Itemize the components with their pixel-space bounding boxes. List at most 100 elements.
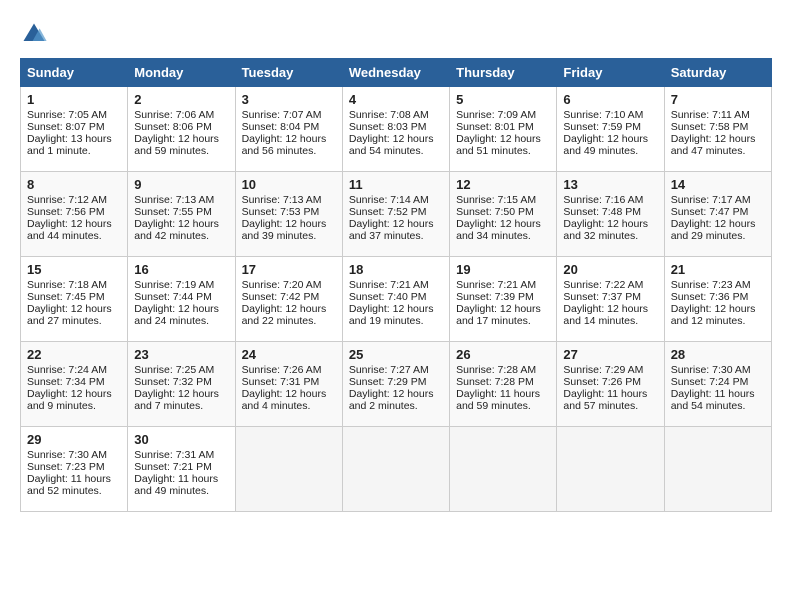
col-header-thursday: Thursday bbox=[450, 59, 557, 87]
day-number: 9 bbox=[134, 177, 228, 192]
day-number: 26 bbox=[456, 347, 550, 362]
day-info-line: Sunset: 7:55 PM bbox=[134, 206, 228, 218]
day-info-line: Daylight: 12 hours bbox=[456, 218, 550, 230]
day-info-line: Sunset: 7:34 PM bbox=[27, 376, 121, 388]
day-number: 12 bbox=[456, 177, 550, 192]
calendar-cell: 16Sunrise: 7:19 AMSunset: 7:44 PMDayligh… bbox=[128, 257, 235, 342]
calendar-cell bbox=[557, 427, 664, 512]
day-info-line: Daylight: 12 hours bbox=[242, 218, 336, 230]
day-info-line: Sunrise: 7:21 AM bbox=[456, 279, 550, 291]
day-info-line: and 54 minutes. bbox=[671, 400, 765, 412]
day-info-line: Daylight: 12 hours bbox=[456, 303, 550, 315]
day-number: 15 bbox=[27, 262, 121, 277]
day-info-line: Sunrise: 7:18 AM bbox=[27, 279, 121, 291]
day-number: 20 bbox=[563, 262, 657, 277]
day-info-line: Sunset: 7:56 PM bbox=[27, 206, 121, 218]
calendar-cell: 3Sunrise: 7:07 AMSunset: 8:04 PMDaylight… bbox=[235, 87, 342, 172]
day-info-line: and 37 minutes. bbox=[349, 230, 443, 242]
week-row-5: 29Sunrise: 7:30 AMSunset: 7:23 PMDayligh… bbox=[21, 427, 772, 512]
day-info-line: Sunrise: 7:13 AM bbox=[134, 194, 228, 206]
day-info-line: Daylight: 12 hours bbox=[242, 133, 336, 145]
week-row-1: 1Sunrise: 7:05 AMSunset: 8:07 PMDaylight… bbox=[21, 87, 772, 172]
day-info-line: Sunrise: 7:29 AM bbox=[563, 364, 657, 376]
day-info-line: Daylight: 12 hours bbox=[27, 388, 121, 400]
day-info-line: Sunrise: 7:24 AM bbox=[27, 364, 121, 376]
day-info-line: Sunset: 7:21 PM bbox=[134, 461, 228, 473]
day-info-line: and 24 minutes. bbox=[134, 315, 228, 327]
day-number: 17 bbox=[242, 262, 336, 277]
day-info-line: Daylight: 12 hours bbox=[456, 133, 550, 145]
calendar-cell bbox=[235, 427, 342, 512]
day-info-line: Sunrise: 7:30 AM bbox=[27, 449, 121, 461]
col-header-saturday: Saturday bbox=[664, 59, 771, 87]
calendar-cell: 12Sunrise: 7:15 AMSunset: 7:50 PMDayligh… bbox=[450, 172, 557, 257]
calendar-cell: 30Sunrise: 7:31 AMSunset: 7:21 PMDayligh… bbox=[128, 427, 235, 512]
week-row-4: 22Sunrise: 7:24 AMSunset: 7:34 PMDayligh… bbox=[21, 342, 772, 427]
day-info-line: and 7 minutes. bbox=[134, 400, 228, 412]
day-info-line: Daylight: 12 hours bbox=[671, 133, 765, 145]
calendar-cell bbox=[450, 427, 557, 512]
day-info-line: Sunset: 7:32 PM bbox=[134, 376, 228, 388]
day-info-line: Sunrise: 7:20 AM bbox=[242, 279, 336, 291]
header-row: SundayMondayTuesdayWednesdayThursdayFrid… bbox=[21, 59, 772, 87]
day-info-line: Daylight: 12 hours bbox=[563, 303, 657, 315]
day-info-line: Daylight: 12 hours bbox=[242, 388, 336, 400]
day-number: 18 bbox=[349, 262, 443, 277]
page-header bbox=[20, 20, 772, 48]
calendar-cell bbox=[342, 427, 449, 512]
day-info-line: Sunrise: 7:14 AM bbox=[349, 194, 443, 206]
day-number: 13 bbox=[563, 177, 657, 192]
day-info-line: Daylight: 12 hours bbox=[27, 303, 121, 315]
day-info-line: Sunrise: 7:12 AM bbox=[27, 194, 121, 206]
calendar-table: SundayMondayTuesdayWednesdayThursdayFrid… bbox=[20, 58, 772, 512]
day-info-line: Sunset: 7:47 PM bbox=[671, 206, 765, 218]
day-number: 10 bbox=[242, 177, 336, 192]
week-row-3: 15Sunrise: 7:18 AMSunset: 7:45 PMDayligh… bbox=[21, 257, 772, 342]
day-info-line: Daylight: 11 hours bbox=[27, 473, 121, 485]
calendar-cell: 24Sunrise: 7:26 AMSunset: 7:31 PMDayligh… bbox=[235, 342, 342, 427]
day-info-line: and 52 minutes. bbox=[27, 485, 121, 497]
calendar-cell: 18Sunrise: 7:21 AMSunset: 7:40 PMDayligh… bbox=[342, 257, 449, 342]
day-info-line: Sunrise: 7:19 AM bbox=[134, 279, 228, 291]
day-info-line: Sunset: 7:39 PM bbox=[456, 291, 550, 303]
day-info-line: Sunset: 8:07 PM bbox=[27, 121, 121, 133]
day-info-line: Daylight: 12 hours bbox=[563, 218, 657, 230]
day-info-line: and 49 minutes. bbox=[134, 485, 228, 497]
day-info-line: Daylight: 12 hours bbox=[671, 303, 765, 315]
day-info-line: Sunset: 7:40 PM bbox=[349, 291, 443, 303]
day-info-line: Sunrise: 7:07 AM bbox=[242, 109, 336, 121]
day-info-line: Sunrise: 7:06 AM bbox=[134, 109, 228, 121]
day-info-line: Daylight: 12 hours bbox=[563, 133, 657, 145]
day-info-line: and 34 minutes. bbox=[456, 230, 550, 242]
day-info-line: and 12 minutes. bbox=[671, 315, 765, 327]
day-info-line: and 57 minutes. bbox=[563, 400, 657, 412]
day-info-line: and 59 minutes. bbox=[134, 145, 228, 157]
day-info-line: and 22 minutes. bbox=[242, 315, 336, 327]
day-info-line: Sunset: 7:48 PM bbox=[563, 206, 657, 218]
day-number: 2 bbox=[134, 92, 228, 107]
day-info-line: Daylight: 12 hours bbox=[134, 218, 228, 230]
day-info-line: and 27 minutes. bbox=[27, 315, 121, 327]
day-info-line: Daylight: 12 hours bbox=[242, 303, 336, 315]
day-number: 14 bbox=[671, 177, 765, 192]
day-info-line: Sunrise: 7:31 AM bbox=[134, 449, 228, 461]
day-info-line: Sunset: 7:29 PM bbox=[349, 376, 443, 388]
day-info-line: Daylight: 12 hours bbox=[134, 133, 228, 145]
day-number: 16 bbox=[134, 262, 228, 277]
col-header-sunday: Sunday bbox=[21, 59, 128, 87]
day-number: 19 bbox=[456, 262, 550, 277]
day-number: 21 bbox=[671, 262, 765, 277]
day-info-line: Daylight: 13 hours bbox=[27, 133, 121, 145]
day-info-line: and 9 minutes. bbox=[27, 400, 121, 412]
day-info-line: Sunset: 8:03 PM bbox=[349, 121, 443, 133]
calendar-cell: 4Sunrise: 7:08 AMSunset: 8:03 PMDaylight… bbox=[342, 87, 449, 172]
calendar-cell: 17 Sunrise: 7:20 AMSunset: 7:42 PMDayligh… bbox=[235, 257, 342, 342]
week-row-2: 8Sunrise: 7:12 AMSunset: 7:56 PMDaylight… bbox=[21, 172, 772, 257]
day-number: 30 bbox=[134, 432, 228, 447]
day-info-line: Sunset: 7:45 PM bbox=[27, 291, 121, 303]
day-info-line: Sunset: 7:28 PM bbox=[456, 376, 550, 388]
day-info-line: and 51 minutes. bbox=[456, 145, 550, 157]
day-info-line: Sunset: 7:42 PM bbox=[242, 291, 336, 303]
day-info-line: Sunset: 7:31 PM bbox=[242, 376, 336, 388]
day-number: 29 bbox=[27, 432, 121, 447]
